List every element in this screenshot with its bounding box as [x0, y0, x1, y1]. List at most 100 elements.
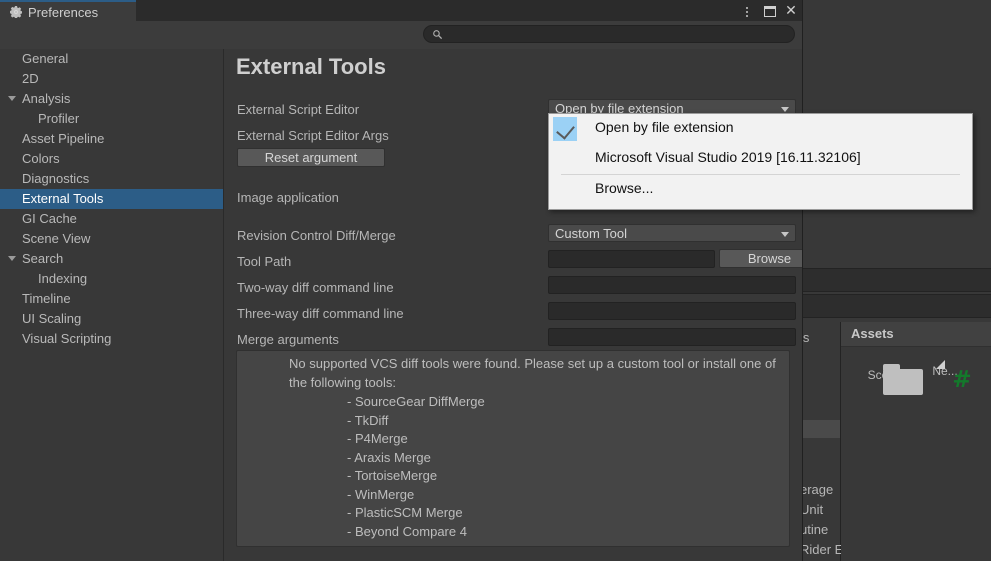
- reset-argument-label: Reset argument: [264, 150, 358, 165]
- vcs-tool-item: - P4Merge: [347, 431, 408, 446]
- sidebar-item-indexing[interactable]: Indexing: [0, 269, 223, 289]
- dropdown-browse-option[interactable]: Browse...: [549, 175, 972, 205]
- sidebar-item-label: Scene View: [22, 231, 91, 246]
- sidebar-item-label: External Tools: [22, 191, 104, 206]
- sidebar-item-analysis[interactable]: Analysis: [0, 89, 223, 109]
- sidebar-item-label: Asset Pipeline: [22, 131, 105, 146]
- chevron-down-icon[interactable]: [8, 96, 16, 101]
- label-image-application: Image application: [237, 190, 339, 205]
- revision-control-value: Custom Tool: [555, 226, 628, 241]
- preferences-sidebar: General 2D Analysis Profiler Asset Pipeline C…: [0, 49, 224, 561]
- clipped-text-1: erage: [800, 482, 834, 497]
- sidebar-item-ui-scaling[interactable]: UI Scaling: [0, 309, 223, 329]
- vcs-tool-list: - SourceGear DiffMerge - TkDiff - P4Merge -…: [347, 393, 485, 541]
- tab-preferences[interactable]: Preferences: [0, 0, 136, 21]
- vcs-tool-item: - WinMerge: [347, 486, 415, 502]
- close-icon[interactable]: ✕: [783, 2, 799, 19]
- dropdown-option-label: Microsoft Visual Studio 2019 [16.11.3210…: [595, 149, 861, 165]
- label-merge-arguments: Merge arguments: [237, 332, 339, 347]
- sidebar-item-2d[interactable]: 2D: [0, 69, 223, 89]
- sidebar-item-label: 2D: [22, 71, 39, 86]
- check-icon: [553, 117, 577, 141]
- assets-panel: Assets Sce... # Ne...: [841, 322, 991, 561]
- sidebar-item-label: Colors: [22, 151, 60, 166]
- browse-tool-path-label: Browse: [747, 251, 792, 266]
- clipped-text-2: Unit: [800, 502, 824, 517]
- background-toolbar-row-1: [800, 268, 991, 292]
- sidebar-item-label: Diagnostics: [22, 171, 90, 186]
- label-external-script-editor-args: External Script Editor Args: [237, 128, 389, 143]
- reset-argument-button[interactable]: Reset argument: [237, 148, 385, 167]
- merge-arguments-input[interactable]: [548, 328, 796, 346]
- label-tool-path: Tool Path: [237, 254, 292, 269]
- dropdown-option-label: Open by file extension: [595, 119, 734, 135]
- window-tabbar: Preferences ✕: [0, 0, 802, 21]
- background-clipped-list: ls erage Unit utine Rider E: [800, 322, 844, 561]
- vcs-tool-item: - Araxis Merge: [347, 449, 431, 465]
- sidebar-item-label: Profiler: [38, 111, 80, 126]
- sidebar-item-label: Indexing: [38, 271, 88, 286]
- clipped-text-3: utine: [800, 522, 829, 537]
- asset-item-script[interactable]: # Ne...: [917, 360, 973, 393]
- two-way-diff-input[interactable]: [548, 276, 796, 294]
- asset-item-folder[interactable]: Sce...: [855, 364, 923, 395]
- sidebar-item-label: Visual Scripting: [22, 331, 112, 346]
- vcs-tool-item: - TortoiseMerge: [347, 468, 438, 483]
- row-tool-path: Tool Path: [224, 251, 802, 273]
- three-way-diff-input[interactable]: [548, 302, 796, 320]
- page-title: External Tools: [236, 54, 386, 79]
- preferences-window: Preferences ✕ General 2D Analysis Profiler A…: [0, 0, 803, 561]
- sidebar-item-diagnostics[interactable]: Diagnostics: [0, 169, 223, 189]
- sidebar-item-profiler[interactable]: Profiler: [0, 109, 223, 129]
- chevron-down-icon[interactable]: [8, 256, 16, 261]
- sidebar-item-gi-cache[interactable]: GI Cache: [0, 209, 223, 229]
- label-external-script-editor: External Script Editor: [237, 102, 360, 117]
- search-icon: [433, 30, 443, 40]
- sidebar-item-scene-view[interactable]: Scene View: [0, 229, 223, 249]
- maximize-icon[interactable]: [761, 3, 777, 19]
- revision-control-dropdown[interactable]: Custom Tool: [548, 224, 796, 242]
- label-two-way-diff: Two-way diff command line: [237, 280, 394, 295]
- vcs-tool-item: - Beyond Compare 4: [347, 523, 467, 539]
- sidebar-item-visual-scripting[interactable]: Visual Scripting: [0, 329, 223, 349]
- checkbox-empty: [553, 147, 577, 171]
- background-toolbar-row-2: [800, 294, 991, 318]
- assets-panel-title: Assets: [851, 326, 894, 341]
- search-input[interactable]: [423, 25, 795, 43]
- kebab-menu-icon[interactable]: [739, 3, 755, 19]
- sidebar-item-search[interactable]: Search: [0, 249, 223, 269]
- dropdown-option-0[interactable]: Open by file extension: [549, 114, 972, 144]
- chevron-down-icon: [781, 232, 789, 237]
- vcs-tool-item: - SourceGear DiffMerge: [347, 394, 485, 409]
- sidebar-item-general[interactable]: General: [0, 49, 223, 69]
- sidebar-item-label: General: [22, 51, 69, 66]
- vcs-info-box: No supported VCS diff tools were found. …: [236, 350, 790, 547]
- search-row: [0, 21, 802, 50]
- sidebar-item-external-tools[interactable]: External Tools: [0, 189, 223, 209]
- clipped-text-4: Rider E: [800, 542, 844, 557]
- vcs-info-paragraph: No supported VCS diff tools were found. …: [289, 356, 776, 390]
- gear-icon: [10, 6, 22, 18]
- label-three-way-diff: Three-way diff command line: [237, 306, 404, 321]
- script-editor-dropdown-popup: Open by file extension Microsoft Visual S…: [548, 113, 973, 210]
- sidebar-item-label: Timeline: [22, 291, 71, 306]
- sidebar-item-colors[interactable]: Colors: [0, 149, 223, 169]
- vcs-tool-item: - PlasticSCM Merge: [347, 505, 463, 520]
- label-revision-control: Revision Control Diff/Merge: [237, 228, 396, 243]
- vcs-tool-item: - TkDiff: [347, 412, 389, 428]
- sidebar-item-timeline[interactable]: Timeline: [0, 289, 223, 309]
- assets-panel-header: Assets: [841, 322, 991, 347]
- dropdown-option-1[interactable]: Microsoft Visual Studio 2019 [16.11.3210…: [549, 144, 972, 174]
- browse-tool-path-button[interactable]: Browse: [719, 249, 802, 268]
- sidebar-item-label: UI Scaling: [22, 311, 82, 326]
- tab-preferences-label: Preferences: [28, 5, 99, 20]
- sidebar-item-label: Analysis: [22, 91, 71, 106]
- search-input-text: [448, 26, 788, 42]
- sidebar-item-asset-pipeline[interactable]: Asset Pipeline: [0, 129, 223, 149]
- chevron-down-icon: [781, 107, 789, 112]
- tool-path-input[interactable]: [548, 250, 715, 268]
- background-selected-row: [800, 420, 840, 438]
- dropdown-browse-label: Browse...: [595, 180, 654, 196]
- sidebar-item-label: GI Cache: [22, 211, 77, 226]
- sidebar-item-label: Search: [22, 251, 64, 266]
